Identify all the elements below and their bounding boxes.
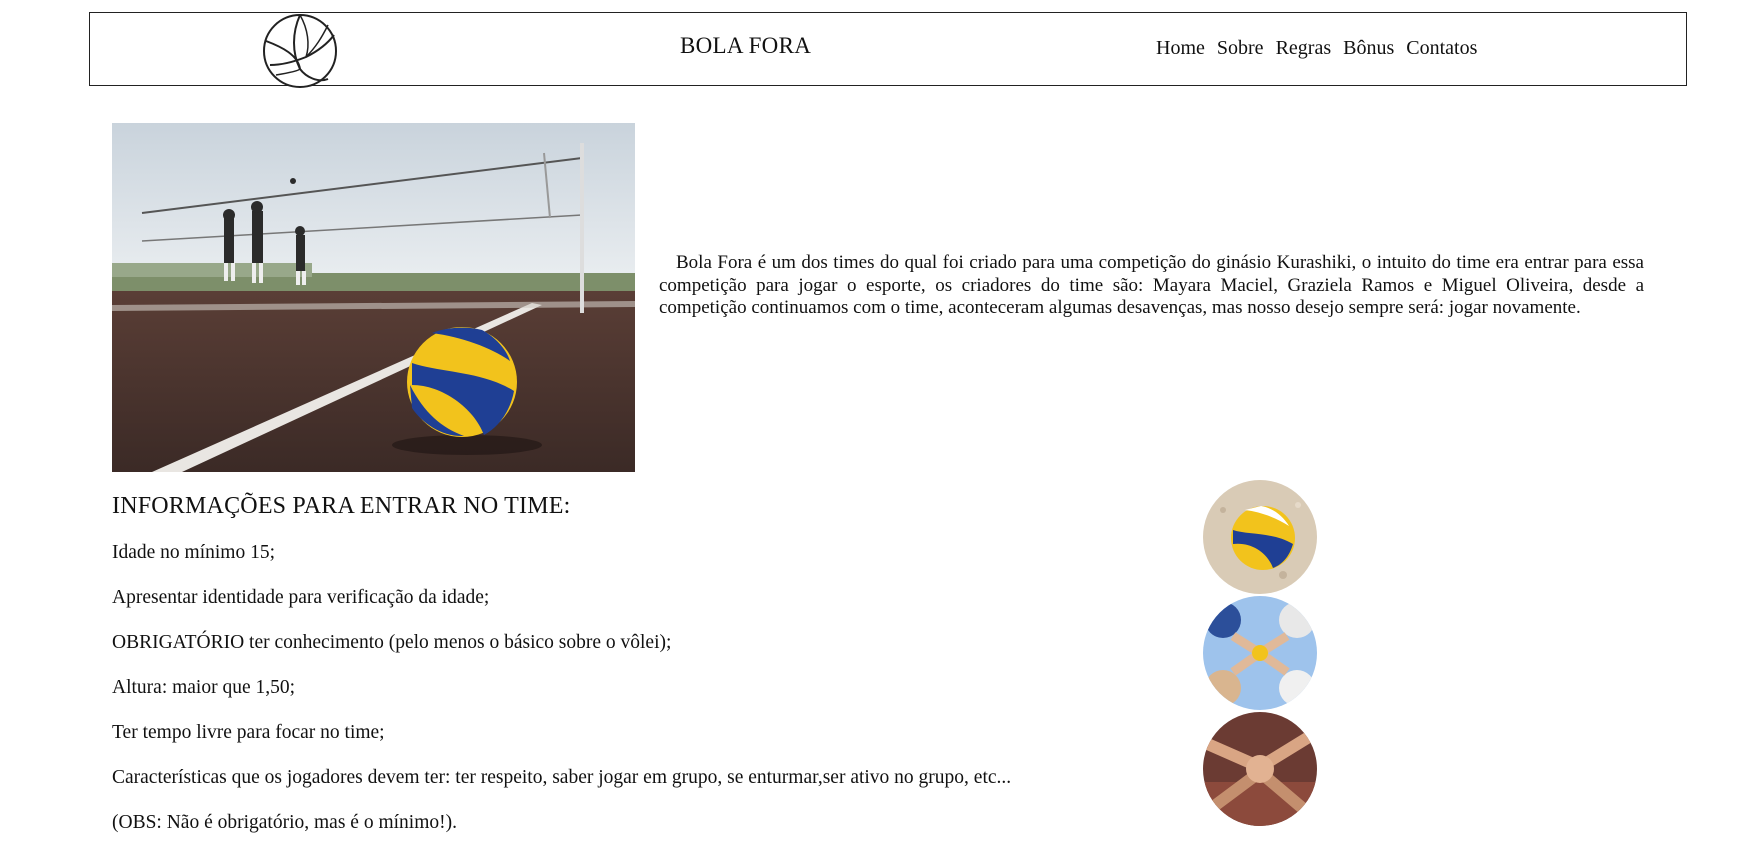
nav-home[interactable]: Home [1156, 37, 1205, 60]
team-huddle-sky-photo [1203, 596, 1317, 710]
info-section-title: INFORMAÇÕES PARA ENTRAR NO TIME: [112, 493, 571, 519]
main-nav: Home Sobre Regras Bônus Contatos [1156, 37, 1477, 60]
requirement-item: Altura: maior que 1,50; [112, 677, 296, 698]
ball-on-sand-photo [1203, 480, 1317, 594]
requirement-item: Ter tempo livre para focar no time; [112, 722, 385, 743]
requirement-item: OBRIGATÓRIO ter conhecimento (pelo menos… [112, 632, 672, 653]
requirement-item: Características que os jogadores devem t… [112, 767, 1012, 788]
site-title: BOLA FORA [680, 33, 812, 58]
requirement-item: (OBS: Não é obrigatório, mas é o mínimo!… [112, 812, 457, 833]
nav-regras[interactable]: Regras [1276, 37, 1332, 60]
volleyball-court-photo [112, 123, 635, 472]
volleyball-icon[interactable] [262, 13, 338, 89]
requirement-item: Idade no mínimo 15; [112, 542, 276, 563]
requirement-item: Apresentar identidade para verificação d… [112, 587, 490, 608]
nav-sobre[interactable]: Sobre [1217, 37, 1264, 60]
team-hands-stack-photo [1203, 712, 1317, 826]
nav-bonus[interactable]: Bônus [1343, 37, 1394, 60]
site-header: BOLA FORA Home Sobre Regras Bônus Contat… [89, 12, 1687, 89]
nav-contatos[interactable]: Contatos [1406, 37, 1477, 60]
team-intro-text: Bola Fora é um dos times do qual foi cri… [659, 252, 1644, 318]
